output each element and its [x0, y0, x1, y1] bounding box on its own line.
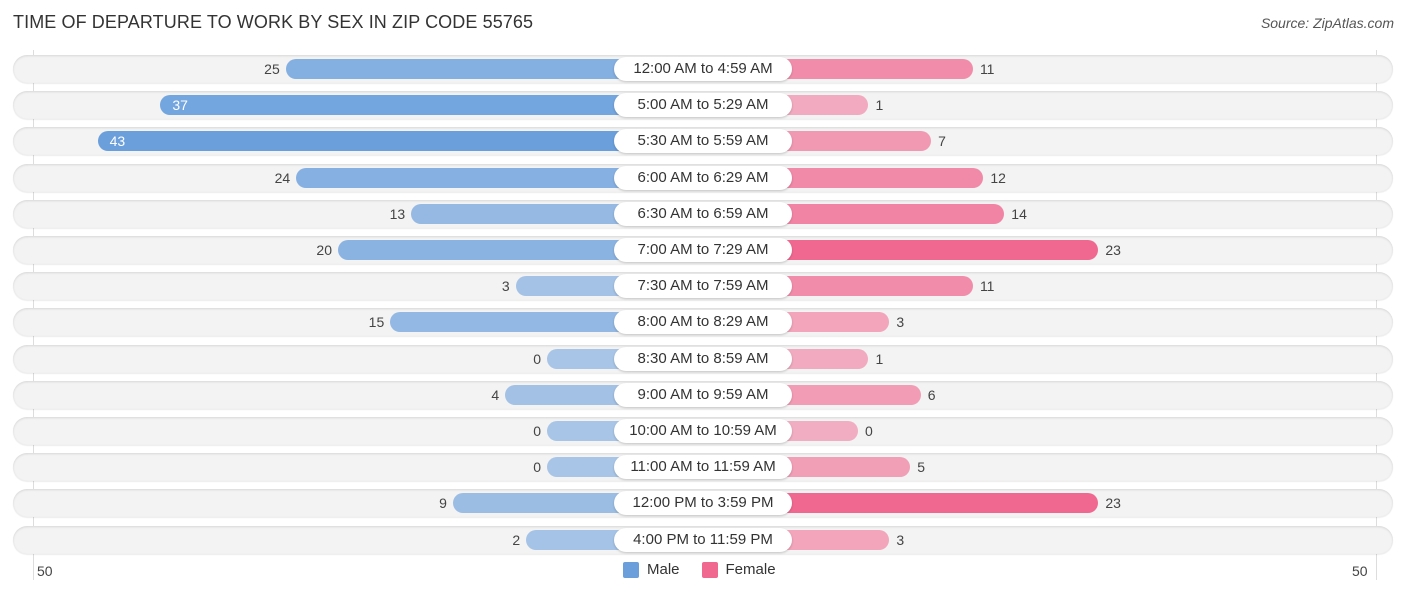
male-bar — [97, 131, 703, 151]
female-value-label: 14 — [1011, 206, 1027, 222]
category-label: 12:00 PM to 3:59 PM — [614, 491, 792, 515]
female-value-label: 3 — [896, 314, 905, 330]
female-value-label: 5 — [917, 459, 926, 475]
legend: Male Female — [623, 561, 798, 578]
male-value-label: 2 — [512, 532, 521, 548]
male-value-label: 43 — [109, 133, 126, 149]
male-value-label: 25 — [264, 61, 280, 77]
female-value-label: 3 — [896, 532, 905, 548]
male-value-label: 3 — [501, 278, 510, 294]
category-label: 6:00 AM to 6:29 AM — [614, 166, 792, 190]
male-value-label: 37 — [172, 97, 188, 113]
female-value-label: 0 — [865, 423, 873, 439]
chart-title: TIME OF DEPARTURE TO WORK BY SEX IN ZIP … — [13, 12, 534, 32]
female-value-label: 1 — [875, 97, 884, 113]
female-value-label: 1 — [875, 351, 884, 367]
female-value-label: 7 — [938, 133, 946, 149]
male-value-label: 20 — [316, 242, 332, 258]
male-value-label: 0 — [533, 459, 541, 475]
category-label: 5:30 AM to 5:59 AM — [614, 129, 792, 153]
category-label: 4:00 PM to 11:59 PM — [614, 528, 792, 552]
male-value-label: 4 — [491, 387, 500, 403]
category-label: 12:00 AM to 4:59 AM — [614, 57, 792, 81]
legend-swatch-male — [623, 561, 639, 578]
category-label: 8:30 AM to 8:59 AM — [614, 347, 792, 371]
legend-swatch-female — [701, 561, 718, 578]
category-label: 6:30 AM to 6:59 AM — [614, 202, 792, 226]
legend-label-female: Female — [725, 561, 776, 578]
male-value-label: 0 — [533, 351, 541, 367]
category-label: 10:00 AM to 10:59 AM — [614, 419, 792, 443]
male-value-label: 9 — [439, 495, 447, 511]
male-value-label: 13 — [389, 206, 406, 222]
male-value-label: 0 — [533, 423, 541, 439]
category-label: 5:00 AM to 5:29 AM — [614, 93, 792, 117]
female-value-label: 11 — [979, 61, 995, 77]
right-axis-tick: 50 — [1352, 563, 1368, 579]
legend-item-male: Male — [623, 561, 680, 578]
category-label: 7:00 AM to 7:29 AM — [614, 238, 792, 262]
male-value-label: 24 — [274, 170, 291, 186]
legend-item-female: Female — [701, 561, 776, 578]
category-label: 9:00 AM to 9:59 AM — [614, 383, 792, 407]
female-value-label: 23 — [1105, 495, 1121, 511]
category-label: 7:30 AM to 7:59 AM — [614, 274, 792, 298]
female-value-label: 6 — [927, 387, 936, 403]
category-label: 11:00 AM to 11:59 AM — [614, 455, 792, 479]
category-label: 8:00 AM to 8:29 AM — [614, 310, 792, 334]
female-value-label: 23 — [1105, 242, 1121, 258]
left-axis-tick: 50 — [37, 563, 53, 579]
female-value-label: 12 — [990, 170, 1006, 186]
male-value-label: 15 — [368, 314, 385, 330]
legend-label-male: Male — [647, 561, 680, 578]
source-label: Source: ZipAtlas.com — [1260, 15, 1394, 31]
female-value-label: 11 — [979, 278, 995, 294]
